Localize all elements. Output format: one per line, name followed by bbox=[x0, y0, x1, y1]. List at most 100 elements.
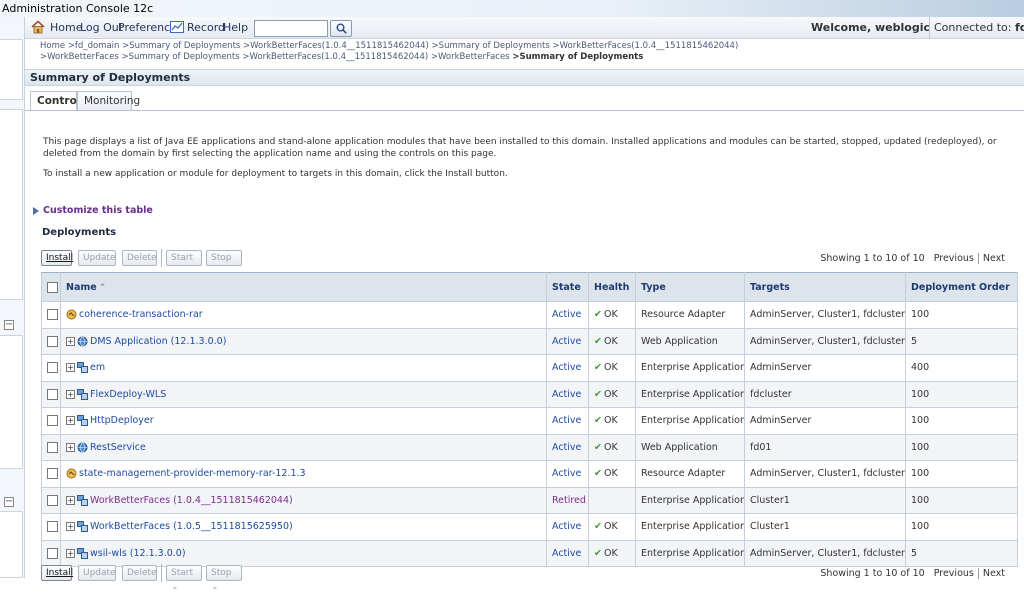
customize-table-link[interactable]: Customize this table bbox=[33, 205, 153, 216]
health-cell: ✔ OK bbox=[588, 407, 636, 435]
tab-monitoring[interactable]: Monitoring bbox=[77, 91, 140, 111]
row-checkbox[interactable] bbox=[47, 362, 58, 374]
column-type[interactable]: Type bbox=[635, 272, 745, 302]
help-link[interactable]: Help bbox=[223, 21, 248, 34]
previous-link[interactable]: Previous bbox=[934, 253, 974, 264]
deployment-name-link[interactable]: FlexDeploy-WLS bbox=[90, 389, 166, 400]
record-icon[interactable] bbox=[170, 21, 184, 33]
expand-icon[interactable]: + bbox=[66, 548, 75, 558]
breadcrumb-item[interactable]: Home bbox=[40, 41, 65, 51]
expand-icon[interactable]: + bbox=[66, 442, 75, 452]
deployment-name-link[interactable]: DMS Application (12.1.3.0.0) bbox=[90, 336, 226, 347]
update-button[interactable]: Update bbox=[78, 565, 116, 581]
start-dropdown[interactable]: Start ⌄ bbox=[166, 250, 202, 277]
breadcrumb-item[interactable]: >WorkBetterFaces(1.0.4__1511815462044) bbox=[552, 41, 738, 51]
state-link[interactable]: Active bbox=[552, 362, 581, 373]
expand-icon[interactable]: + bbox=[66, 522, 75, 532]
breadcrumb-item[interactable]: >WorkBetterFaces(1.0.4__1511815462044) bbox=[243, 41, 429, 51]
column-targets[interactable]: Targets bbox=[744, 272, 906, 302]
row-checkbox[interactable] bbox=[47, 547, 58, 559]
column-state[interactable]: State bbox=[546, 272, 589, 302]
button-separator bbox=[161, 249, 162, 267]
stop-dropdown[interactable]: Stop ⌄ bbox=[206, 250, 242, 277]
expand-icon[interactable]: + bbox=[66, 416, 75, 426]
state-link[interactable]: Active bbox=[552, 468, 581, 479]
start-dropdown[interactable]: Start ⌄ bbox=[166, 565, 202, 592]
breadcrumb-item[interactable]: >WorkBetterFaces bbox=[431, 52, 510, 62]
expand-icon[interactable]: + bbox=[66, 389, 75, 399]
row-checkbox[interactable] bbox=[47, 415, 58, 427]
select-all-checkbox[interactable] bbox=[47, 281, 58, 293]
row-checkbox[interactable] bbox=[47, 388, 58, 400]
next-link[interactable]: Next bbox=[983, 253, 1005, 264]
breadcrumb-item[interactable]: >Summary of Deployments bbox=[121, 52, 239, 62]
column-deployment-order[interactable]: Deployment Order bbox=[905, 272, 1018, 302]
state-link[interactable]: Active bbox=[552, 336, 581, 347]
pager-divider bbox=[977, 253, 979, 264]
deployments-table: Name ⌃ State Health Type Targets Deployme… bbox=[41, 272, 1018, 567]
enterprise-app-icon bbox=[77, 388, 88, 400]
collapse-icon[interactable]: − bbox=[4, 320, 14, 330]
delete-button[interactable]: Delete bbox=[122, 250, 157, 266]
targets-cell: Cluster1 bbox=[744, 486, 906, 514]
breadcrumb-item[interactable]: >WorkBetterFaces bbox=[40, 52, 119, 62]
deployment-name-link[interactable]: em bbox=[90, 362, 105, 373]
collapse-icon[interactable]: − bbox=[4, 497, 14, 507]
sort-ascending-icon[interactable]: ⌃ bbox=[99, 283, 107, 293]
previous-link[interactable]: Previous bbox=[934, 568, 974, 579]
breadcrumb-item[interactable]: >WorkBetterFaces(1.0.4__1511815462044) bbox=[242, 52, 428, 62]
next-link[interactable]: Next bbox=[983, 568, 1005, 579]
row-checkbox[interactable] bbox=[47, 441, 58, 453]
update-button[interactable]: Update bbox=[78, 250, 116, 266]
state-link[interactable]: Active bbox=[552, 415, 581, 426]
tab-control[interactable]: Control bbox=[30, 91, 80, 111]
expand-icon[interactable]: + bbox=[66, 336, 75, 346]
deployment-name-link[interactable]: WorkBetterFaces (1.0.4__1511815462044) bbox=[90, 495, 293, 506]
search-button[interactable] bbox=[330, 20, 352, 37]
showing-text: Showing 1 to 10 of 10 bbox=[820, 568, 925, 579]
install-button[interactable]: Install bbox=[41, 250, 73, 266]
table-row: + WorkBetterFaces (1.0.5__1511815625950) A… bbox=[41, 513, 1018, 541]
state-cell: Active bbox=[546, 433, 589, 461]
row-checkbox[interactable] bbox=[47, 309, 58, 321]
expand-icon[interactable]: + bbox=[66, 495, 75, 505]
logout-link[interactable]: Log Out bbox=[80, 21, 123, 34]
row-select-cell bbox=[41, 486, 61, 514]
state-link[interactable]: Active bbox=[552, 389, 581, 400]
health-text: OK bbox=[603, 335, 618, 347]
state-link[interactable]: Active bbox=[552, 309, 581, 320]
order-cell: 100 bbox=[905, 301, 1018, 329]
deployment-name-link[interactable]: WorkBetterFaces (1.0.5__1511815625950) bbox=[90, 521, 293, 532]
stop-dropdown[interactable]: Stop ⌄ bbox=[206, 565, 242, 592]
deployment-name-link[interactable]: state-management-provider-memory-rar-12.… bbox=[79, 468, 306, 479]
health-text: OK bbox=[603, 441, 618, 453]
state-link[interactable]: Active bbox=[552, 442, 581, 453]
name-cell: + HttpDeployer bbox=[60, 407, 547, 435]
row-checkbox[interactable] bbox=[47, 494, 58, 506]
state-link[interactable]: Retired bbox=[552, 495, 586, 506]
home-icon[interactable] bbox=[31, 20, 45, 34]
delete-button[interactable]: Delete bbox=[122, 565, 157, 581]
home-link[interactable]: Home bbox=[50, 21, 82, 34]
deployment-name-link[interactable]: coherence-transaction-rar bbox=[79, 309, 203, 320]
record-link[interactable]: Record bbox=[187, 21, 225, 34]
expand-icon[interactable]: + bbox=[66, 363, 75, 373]
row-select-cell bbox=[41, 460, 61, 488]
breadcrumb-item[interactable]: >fd_domain bbox=[68, 41, 120, 51]
install-button[interactable]: Install bbox=[41, 565, 73, 581]
deployment-name-link[interactable]: RestService bbox=[90, 442, 146, 453]
deployment-name-link[interactable]: HttpDeployer bbox=[90, 415, 154, 426]
search-input[interactable] bbox=[254, 20, 328, 37]
state-link[interactable]: Active bbox=[552, 548, 581, 559]
row-select-cell bbox=[41, 301, 61, 329]
breadcrumb-item[interactable]: >Summary of Deployments bbox=[122, 41, 240, 51]
state-link[interactable]: Active bbox=[552, 521, 581, 532]
column-health[interactable]: Health bbox=[588, 272, 636, 302]
breadcrumb-item[interactable]: >Summary of Deployments bbox=[432, 41, 550, 51]
row-checkbox[interactable] bbox=[47, 521, 58, 533]
column-name[interactable]: Name ⌃ bbox=[60, 272, 547, 302]
row-checkbox[interactable] bbox=[47, 468, 58, 480]
deployment-name-link[interactable]: wsil-wls (12.1.3.0.0) bbox=[90, 548, 186, 559]
table-row: + wsil-wls (12.1.3.0.0) Active ✔ OK Enterpris… bbox=[41, 539, 1018, 567]
row-checkbox[interactable] bbox=[47, 335, 58, 347]
